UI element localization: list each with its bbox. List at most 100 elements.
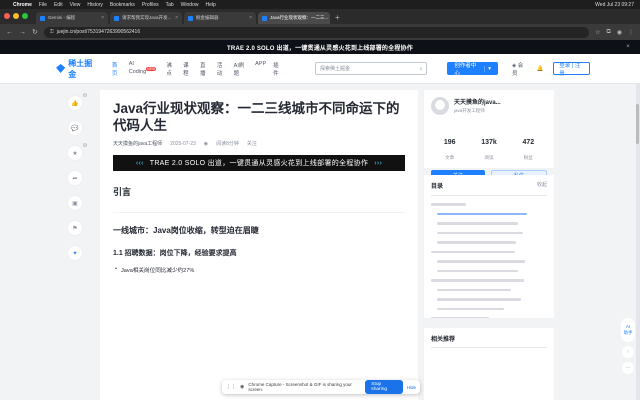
url-bar[interactable]: ⚿ juejin.cn/post/7531947263990562416	[43, 26, 590, 38]
toc-item[interactable]	[437, 231, 523, 234]
nav-item-plugin[interactable]: 插件	[273, 61, 283, 77]
browser-menu-icon[interactable]: ⋮	[628, 29, 634, 36]
menubar-item-edit[interactable]: Edit	[54, 2, 63, 8]
toc-item[interactable]	[437, 222, 519, 225]
lock-icon[interactable]: ⚿	[50, 29, 54, 35]
toc-item[interactable]	[437, 288, 512, 291]
chevron-down-icon[interactable]: ▾	[484, 65, 491, 72]
nav-item-live[interactable]: 直播	[200, 61, 210, 77]
avatar[interactable]	[431, 97, 449, 115]
toc-item[interactable]	[437, 307, 505, 310]
site-header: 稀土掘金 首页 AI CodingNEW 沸点 课程 直播 活动 AI刷题 AP…	[0, 54, 640, 84]
page-scrollbar[interactable]	[636, 84, 640, 400]
menubar-item-view[interactable]: View	[70, 2, 81, 8]
publish-date: 2025-07-23	[170, 140, 196, 147]
comment-button[interactable]: 💬	[68, 121, 82, 135]
report-icon: ⚑	[72, 225, 78, 232]
menubar-item-window[interactable]: Window	[181, 2, 199, 8]
toc-item[interactable]	[437, 298, 521, 301]
logo-text: 稀土掘金	[68, 58, 93, 79]
nav-item-pins[interactable]: 沸点	[166, 61, 176, 77]
stat-label: 文章	[445, 155, 455, 160]
close-tab-icon[interactable]: ×	[175, 15, 178, 21]
new-tab-button[interactable]: +	[332, 12, 343, 24]
comment-icon: 💬	[71, 125, 79, 132]
author-name-link[interactable]: 天天摸鱼的java工程师	[113, 140, 162, 147]
ai-assistant-float-button[interactable]: AI 助手	[621, 318, 635, 342]
collect-button[interactable]: ★ 4	[68, 143, 87, 160]
maximize-window-button[interactable]	[22, 13, 28, 19]
stat-followers[interactable]: 472 粉丝	[522, 139, 534, 164]
close-window-button[interactable]	[4, 13, 10, 19]
browser-tab[interactable]: 掘金编辑器 ×	[184, 12, 256, 24]
browser-tab[interactable]: 请求帮我实现Java开发... ×	[110, 12, 182, 24]
search-icon[interactable]: ⌕	[420, 66, 423, 72]
close-tab-icon[interactable]: ×	[101, 15, 104, 21]
site-logo[interactable]: 稀土掘金	[56, 58, 98, 80]
author-card-name[interactable]: 天天摸鱼的java...	[454, 97, 501, 106]
close-icon[interactable]: ×	[626, 44, 630, 50]
nav-item-events[interactable]: 活动	[217, 61, 227, 77]
creator-center-button[interactable]: 创作者中心 ▾	[447, 62, 498, 77]
toc-item[interactable]	[431, 279, 524, 282]
forward-icon[interactable]: →	[19, 29, 26, 36]
like-button[interactable]: 👍 3	[68, 93, 87, 110]
reload-icon[interactable]: ↻	[32, 28, 38, 36]
search-input[interactable]: 探索稀土掘金 ⌕	[314, 62, 428, 75]
toc-collapse-button[interactable]: 收起	[537, 181, 547, 190]
browser-tab[interactable]: Gemini - 编程 ×	[36, 12, 108, 24]
menubar-item-help[interactable]: Help	[205, 2, 215, 8]
nav-item-ai-practice[interactable]: AI刷题	[234, 61, 248, 77]
nav-item-ai-coding[interactable]: AI CodingNEW	[129, 61, 160, 77]
scrollbar-thumb[interactable]	[636, 104, 639, 144]
bell-icon[interactable]: 🔔	[536, 66, 543, 72]
follow-link[interactable]: 关注	[247, 140, 257, 147]
more-icon[interactable]: ⋯	[622, 362, 634, 374]
stat-articles[interactable]: 196 文章	[444, 139, 456, 164]
new-badge: NEW	[146, 66, 157, 71]
stop-sharing-button[interactable]: Stop sharing	[365, 380, 403, 394]
menubar-item-history[interactable]: History	[87, 2, 103, 8]
toc-item[interactable]	[431, 250, 515, 253]
nav-item-courses[interactable]: 课程	[183, 61, 193, 77]
trae-ad-banner[interactable]: ‹‹‹ TRAE 2.0 SOLO 出道，一键贯通从灵感火花到上线部署的全程协作…	[113, 155, 405, 171]
minimize-window-button[interactable]	[13, 13, 19, 19]
toc-item[interactable]	[431, 317, 489, 318]
vip-icon[interactable]: ◈ 会员	[512, 61, 526, 77]
extensions-icon[interactable]: ⧉	[606, 29, 610, 36]
report-button[interactable]: ⚑	[68, 221, 82, 235]
menubar-item-profiles[interactable]: Profiles	[142, 2, 159, 8]
profile-icon[interactable]: ◉	[617, 29, 622, 36]
share-button[interactable]: ➦	[68, 171, 82, 185]
drag-handle-icon[interactable]: ⋮⋮	[226, 384, 236, 390]
ai-icon: ✦	[72, 250, 78, 257]
menubar-app-name[interactable]: Chrome	[13, 2, 32, 8]
search-placeholder: 探索稀土掘金	[319, 66, 350, 72]
back-to-top-icon[interactable]: ↑	[622, 346, 634, 358]
promo-banner[interactable]: TRAE 2.0 SOLO 出道，一键贯通从灵感火花到上线部署的全程协作 ×	[0, 40, 640, 54]
login-button[interactable]: 登录 | 注册	[553, 62, 590, 77]
toc-item[interactable]	[437, 269, 519, 272]
toc-title: 目录	[431, 184, 444, 190]
bookmark-star-icon[interactable]: ☆	[595, 29, 600, 36]
image-button[interactable]: ▣	[68, 196, 82, 210]
toc-item[interactable]	[431, 203, 466, 206]
hide-button[interactable]: Hide	[407, 385, 416, 390]
toc-item[interactable]	[437, 212, 528, 215]
menubar-item-bookmarks[interactable]: Bookmarks	[110, 2, 135, 8]
toc-item[interactable]	[437, 260, 526, 263]
close-tab-icon[interactable]: ×	[249, 15, 252, 21]
back-icon[interactable]: ←	[6, 29, 13, 36]
stat-reads: 137k 阅读	[481, 139, 497, 164]
nav-item-app[interactable]: APP	[255, 61, 266, 77]
menubar-clock[interactable]: Wed Jul 23 09:27	[595, 2, 634, 8]
browser-tab-active[interactable]: Java行业现状观察：一二三...×	[258, 12, 330, 24]
menubar-item-tab[interactable]: Tab	[166, 2, 174, 8]
vip-label: 会员	[511, 62, 524, 77]
window-controls	[4, 13, 28, 19]
article-actions: 👍 3 💬 ★ 4 ➦ ▣ ⚑ ✦	[68, 93, 87, 260]
toc-item[interactable]	[437, 241, 516, 244]
ai-assistant-button[interactable]: ✦	[68, 246, 82, 260]
menubar-item-file[interactable]: File	[39, 2, 47, 8]
nav-item-home[interactable]: 首页	[112, 61, 122, 77]
